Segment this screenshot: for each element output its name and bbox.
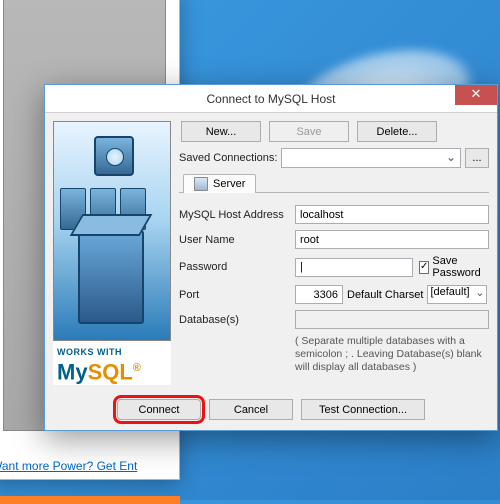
dialog-sidebar: WORKS WITH MySQL® — [53, 121, 171, 385]
sidebar-art — [53, 121, 171, 341]
mysql-logo: WORKS WITH MySQL® — [53, 341, 171, 385]
checkbox-icon: ✓ — [419, 261, 429, 274]
disk-icon — [94, 136, 134, 176]
user-input[interactable] — [295, 230, 489, 249]
tabbar: Server — [179, 174, 489, 193]
password-label: Password — [179, 261, 291, 273]
saved-connections-label: Saved Connections: — [179, 152, 277, 164]
databases-hint: ( Separate multiple databases with a sem… — [295, 335, 489, 374]
server-tab-icon — [194, 177, 208, 191]
dialog-main: New... Save Delete... Saved Connections:… — [179, 121, 489, 385]
charset-select[interactable]: [default] — [427, 285, 487, 304]
dialog-footer: Connect Cancel Test Connection... — [45, 393, 497, 430]
connection-form: MySQL Host Address User Name Password ✓ … — [179, 199, 489, 376]
tab-server[interactable]: Server — [183, 174, 256, 193]
databases-input[interactable] — [295, 310, 489, 329]
databases-label: Database(s) — [179, 314, 291, 326]
connect-dialog: Connect to MySQL Host ✕ WORKS WITH MySQL… — [44, 84, 498, 431]
cancel-button[interactable]: Cancel — [209, 399, 293, 420]
tab-label: Server — [213, 178, 245, 190]
save-password-label: Save Password — [432, 255, 489, 279]
host-label: MySQL Host Address — [179, 209, 291, 221]
save-button: Save — [269, 121, 349, 142]
new-button[interactable]: New... — [181, 121, 261, 142]
browse-connections-button[interactable]: ... — [465, 148, 489, 168]
close-button[interactable]: ✕ — [455, 85, 497, 105]
saved-connections-combo[interactable] — [281, 148, 461, 168]
dialog-title: Connect to MySQL Host — [45, 92, 497, 106]
logo-my: My — [57, 359, 88, 384]
test-connection-button[interactable]: Test Connection... — [301, 399, 425, 420]
server-icon — [78, 230, 144, 324]
save-password-checkbox[interactable]: ✓ Save Password — [419, 255, 489, 279]
port-label: Port — [179, 289, 291, 301]
logo-sql: SQL — [88, 359, 133, 384]
user-label: User Name — [179, 234, 291, 246]
titlebar: Connect to MySQL Host ✕ — [45, 85, 497, 113]
port-input[interactable] — [295, 285, 343, 304]
password-input[interactable] — [295, 258, 413, 277]
promo-link[interactable]: Want more Power? Get Ent — [0, 459, 137, 473]
connect-button[interactable]: Connect — [117, 399, 201, 420]
host-input[interactable] — [295, 205, 489, 224]
background-accent — [0, 496, 180, 504]
charset-label: Default Charset — [347, 289, 423, 301]
delete-button[interactable]: Delete... — [357, 121, 437, 142]
logo-tagline: WORKS WITH — [57, 347, 167, 357]
